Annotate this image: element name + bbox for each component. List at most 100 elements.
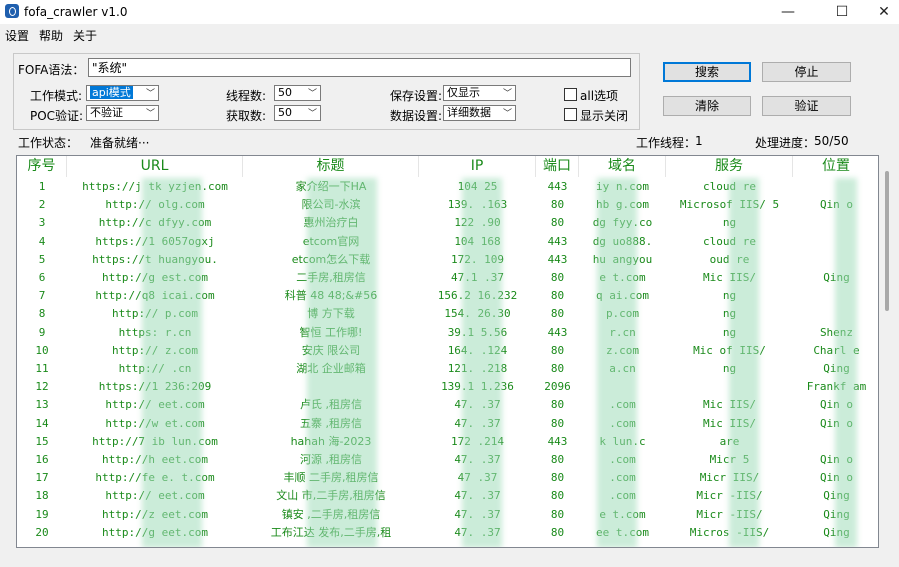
cell-port: 80 [550, 507, 565, 521]
cell-index: 16 [35, 453, 49, 466]
menu-help[interactable]: 帮助 [39, 27, 63, 44]
cell-index: 18 [35, 489, 49, 503]
cell-index: 10 [35, 343, 49, 357]
poc-label: POC验证: [30, 109, 84, 123]
chevron-down-icon: ﹀ [502, 109, 512, 119]
close-button[interactable]: ✕ [862, 0, 899, 24]
menu-bar: 设置 帮助 关于 [0, 24, 899, 44]
cell-port: 80 [550, 416, 565, 430]
verify-button[interactable]: 验证 [762, 96, 851, 116]
col-header-service[interactable]: 服务 [666, 156, 793, 177]
chevron-down-icon: ﹀ [502, 89, 512, 99]
cell-port: 2096 [544, 380, 571, 394]
redaction-blur [142, 178, 202, 547]
search-button[interactable]: 搜索 [663, 62, 751, 82]
poc-select[interactable]: 不验证 ﹀ [86, 105, 159, 121]
cell-port: 443 [547, 252, 568, 266]
cell-port: 80 [550, 198, 565, 212]
clear-button[interactable]: 清除 [663, 96, 751, 116]
window-title: fofa_crawler v1.0 [24, 5, 128, 19]
threads-status-value: 1 [695, 134, 703, 148]
redaction-blur [307, 178, 377, 547]
vertical-scrollbar[interactable] [880, 156, 894, 547]
cell-port: 80 [550, 343, 565, 357]
show-close-checkbox[interactable] [564, 108, 577, 121]
save-label: 保存设置: [390, 89, 443, 103]
redaction-blur [462, 178, 502, 547]
mode-value: api模式 [90, 86, 133, 99]
cell-index: 5 [38, 252, 46, 266]
cell-port: 80 [550, 398, 565, 412]
col-header-location[interactable]: 位置 [793, 156, 878, 177]
col-header-url[interactable]: URL [67, 156, 243, 177]
threads-status-label: 工作线程： [636, 136, 697, 150]
app-logo-icon [5, 4, 19, 18]
cell-port: 80 [550, 489, 565, 503]
cell-index: 15 [35, 434, 49, 448]
data-label: 数据设置: [390, 109, 443, 123]
cell-port: 80 [550, 216, 565, 230]
col-header-ip[interactable]: IP [419, 156, 536, 177]
data-value: 详细数据 [447, 106, 491, 119]
progress-value: 50/50 [814, 134, 849, 148]
col-header-port[interactable]: 端口 [536, 156, 579, 177]
cell-index: 3 [38, 216, 46, 230]
query-label: FOFA语法： [18, 63, 85, 77]
threads-value: 50 [278, 86, 292, 99]
cell-index: 14 [35, 416, 49, 430]
state-label: 工作状态： [18, 136, 79, 150]
cell-port: 80 [550, 471, 565, 485]
data-select[interactable]: 详细数据 ﹀ [443, 105, 516, 121]
save-value: 仅显示 [447, 86, 480, 99]
cell-port: 443 [547, 234, 568, 248]
cell-index: 17 [35, 471, 49, 485]
col-header-index[interactable]: 序号 [17, 156, 67, 177]
mode-label: 工作模式: [30, 89, 83, 103]
title-bar: fofa_crawler v1.0 — ☐ ✕ [0, 0, 899, 24]
fetch-label: 获取数: [226, 109, 267, 123]
cell-index: 12 [35, 380, 49, 394]
cell-index: 20 [35, 525, 49, 539]
cell-index: 2 [38, 198, 46, 212]
table-header: 序号 URL 标题 IP 端口 域名 服务 位置 [17, 156, 878, 177]
mode-select[interactable]: api模式 ﹀ [86, 85, 159, 101]
cell-index: 7 [38, 289, 46, 303]
threads-label: 线程数: [226, 89, 267, 103]
query-input[interactable]: "系统" [88, 58, 631, 77]
redaction-blur [729, 178, 759, 547]
threads-select[interactable]: 50 ﹀ [274, 85, 321, 101]
fetch-select[interactable]: 50 ﹀ [274, 105, 321, 121]
results-table[interactable]: 序号 URL 标题 IP 端口 域名 服务 位置 1https://j tk y… [16, 155, 879, 548]
cell-port: 80 [550, 307, 565, 321]
cell-index: 4 [38, 234, 46, 248]
menu-about[interactable]: 关于 [73, 27, 97, 44]
redaction-blur [835, 178, 857, 547]
show-close-label: 显示关闭 [580, 109, 629, 123]
cell-port: 80 [550, 453, 565, 466]
maximize-button[interactable]: ☐ [820, 0, 864, 24]
redaction-blur [597, 178, 637, 547]
col-header-domain[interactable]: 域名 [579, 156, 666, 177]
cell-index: 19 [35, 507, 49, 521]
col-header-title[interactable]: 标题 [243, 156, 419, 177]
cell-port: 80 [550, 525, 565, 539]
all-options-checkbox[interactable] [564, 88, 577, 101]
state-value: 准备就绪··· [90, 136, 150, 150]
cell-index: 1 [38, 180, 46, 193]
minimize-button[interactable]: — [766, 0, 810, 24]
cell-index: 11 [35, 362, 49, 375]
cell-port: 80 [550, 362, 565, 375]
cell-index: 13 [35, 398, 49, 412]
chevron-down-icon: ﹀ [145, 109, 155, 119]
menu-settings[interactable]: 设置 [5, 27, 29, 44]
cell-port: 80 [550, 289, 565, 303]
stop-button[interactable]: 停止 [762, 62, 851, 82]
chevron-down-icon: ﹀ [145, 89, 155, 99]
scrollbar-thumb[interactable] [885, 171, 889, 311]
chevron-down-icon: ﹀ [307, 89, 317, 99]
save-select[interactable]: 仅显示 ﹀ [443, 85, 516, 101]
poc-value: 不验证 [90, 106, 123, 119]
cell-port: 80 [550, 271, 565, 284]
cell-index: 8 [38, 307, 46, 321]
all-options-label: all选项 [580, 89, 619, 103]
